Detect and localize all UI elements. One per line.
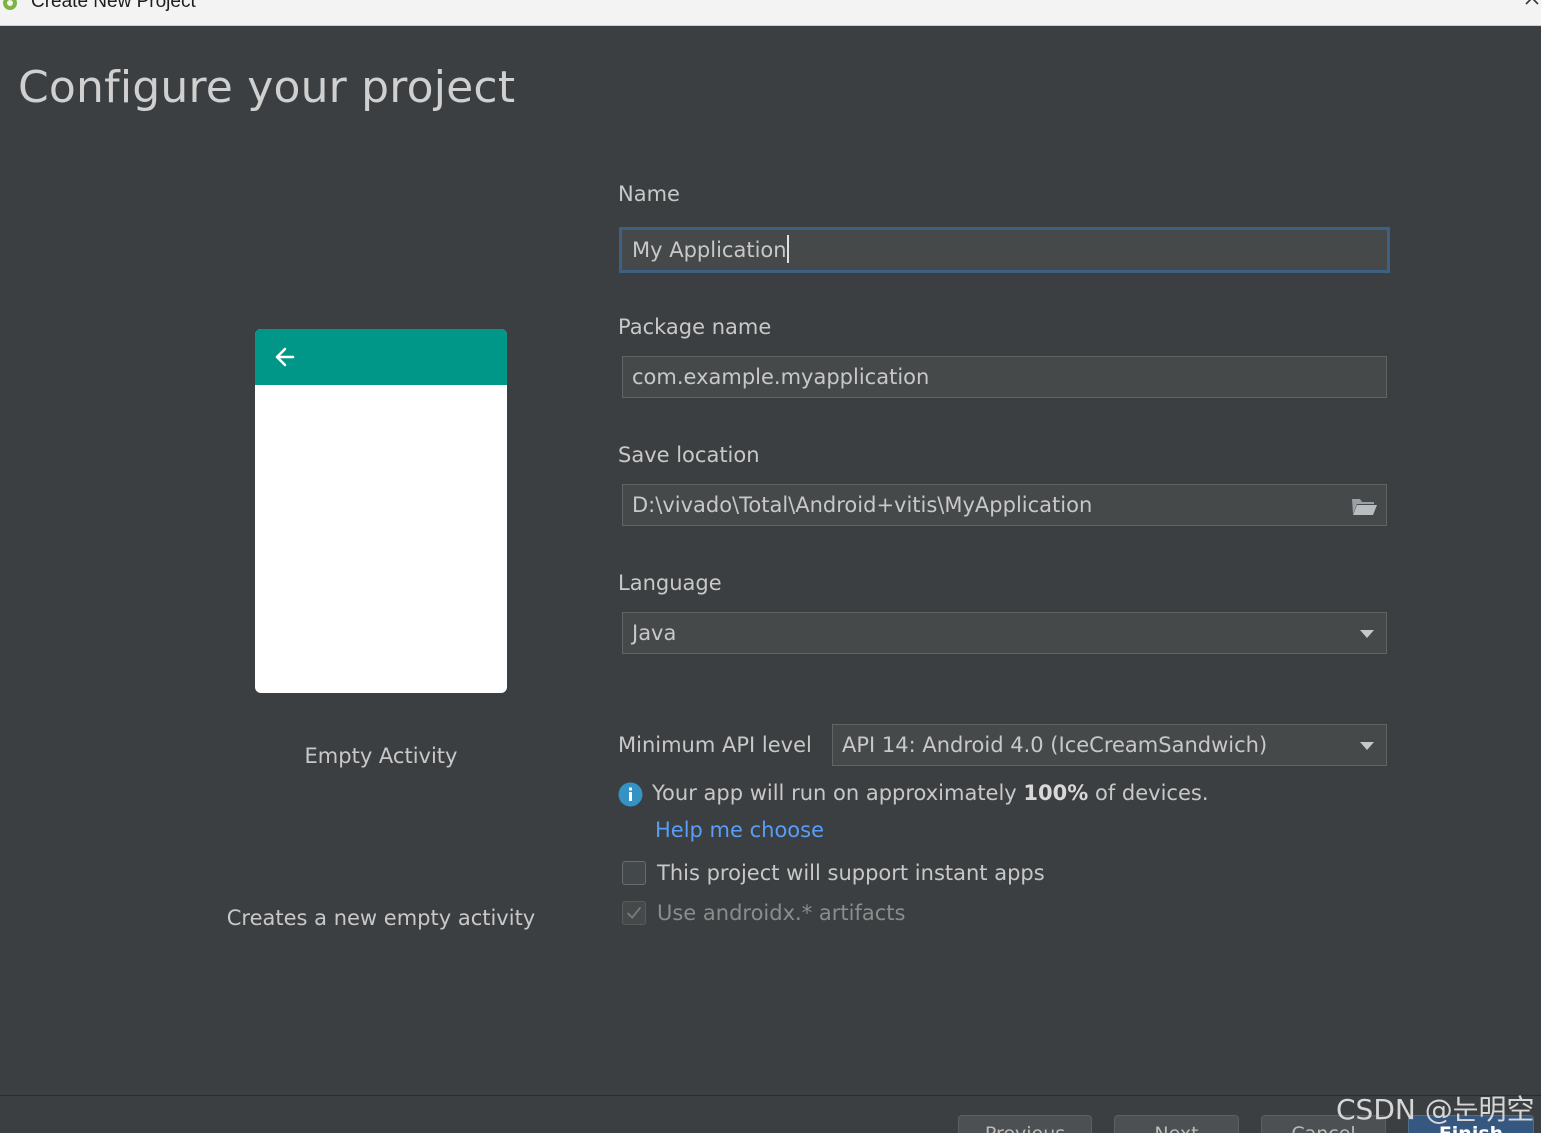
language-select[interactable]: Java [622,612,1387,654]
watermark: CSDN @눈明空 [1336,1093,1535,1126]
name-input[interactable]: My Application [619,227,1390,273]
window-title: Create New Project [31,0,196,12]
help-me-choose-link[interactable]: Help me choose [655,818,824,842]
package-name-value: com.example.myapplication [632,365,930,389]
androidx-checkbox [622,901,646,925]
device-coverage-text: Your app will run on approximately 100% … [652,781,1209,805]
chevron-down-icon [1360,630,1374,638]
min-api-select[interactable]: API 14: Android 4.0 (IceCreamSandwich) [832,724,1387,766]
save-location-value: D:\vivado\Total\Android+vitis\MyApplicat… [632,493,1093,517]
arrow-back-icon [275,347,295,367]
activity-description: Creates a new empty activity [226,906,536,930]
activity-name: Empty Activity [304,744,458,768]
close-icon[interactable] [1520,0,1541,12]
activity-preview [255,329,507,693]
language-label: Language [618,571,722,595]
footer-divider [0,1095,1541,1096]
folder-open-icon[interactable] [1350,495,1378,517]
instant-apps-label[interactable]: This project will support instant apps [657,861,1045,885]
page-title: Configure your project [18,62,516,113]
instant-apps-checkbox[interactable] [622,861,646,885]
min-api-label: Minimum API level [618,733,812,757]
preview-appbar [255,329,507,385]
name-input-value: My Application [632,238,787,262]
text-caret [786,235,789,263]
chevron-down-icon [1360,742,1374,750]
name-label: Name [618,182,680,206]
device-coverage-percent: 100% [1023,781,1089,805]
window-titlebar: Create New Project [0,0,1541,26]
info-icon [618,782,643,807]
package-name-input[interactable]: com.example.myapplication [622,356,1387,398]
android-studio-icon [3,0,17,10]
checkmark-icon [626,906,642,919]
save-location-label: Save location [618,443,760,467]
package-name-label: Package name [618,315,772,339]
previous-button[interactable]: Previous [958,1115,1092,1133]
save-location-input[interactable]: D:\vivado\Total\Android+vitis\MyApplicat… [622,484,1387,526]
next-button[interactable]: Next [1114,1115,1239,1133]
androidx-label: Use androidx.* artifacts [657,901,906,925]
language-selected-value: Java [632,621,677,645]
min-api-selected-value: API 14: Android 4.0 (IceCreamSandwich) [842,733,1268,757]
